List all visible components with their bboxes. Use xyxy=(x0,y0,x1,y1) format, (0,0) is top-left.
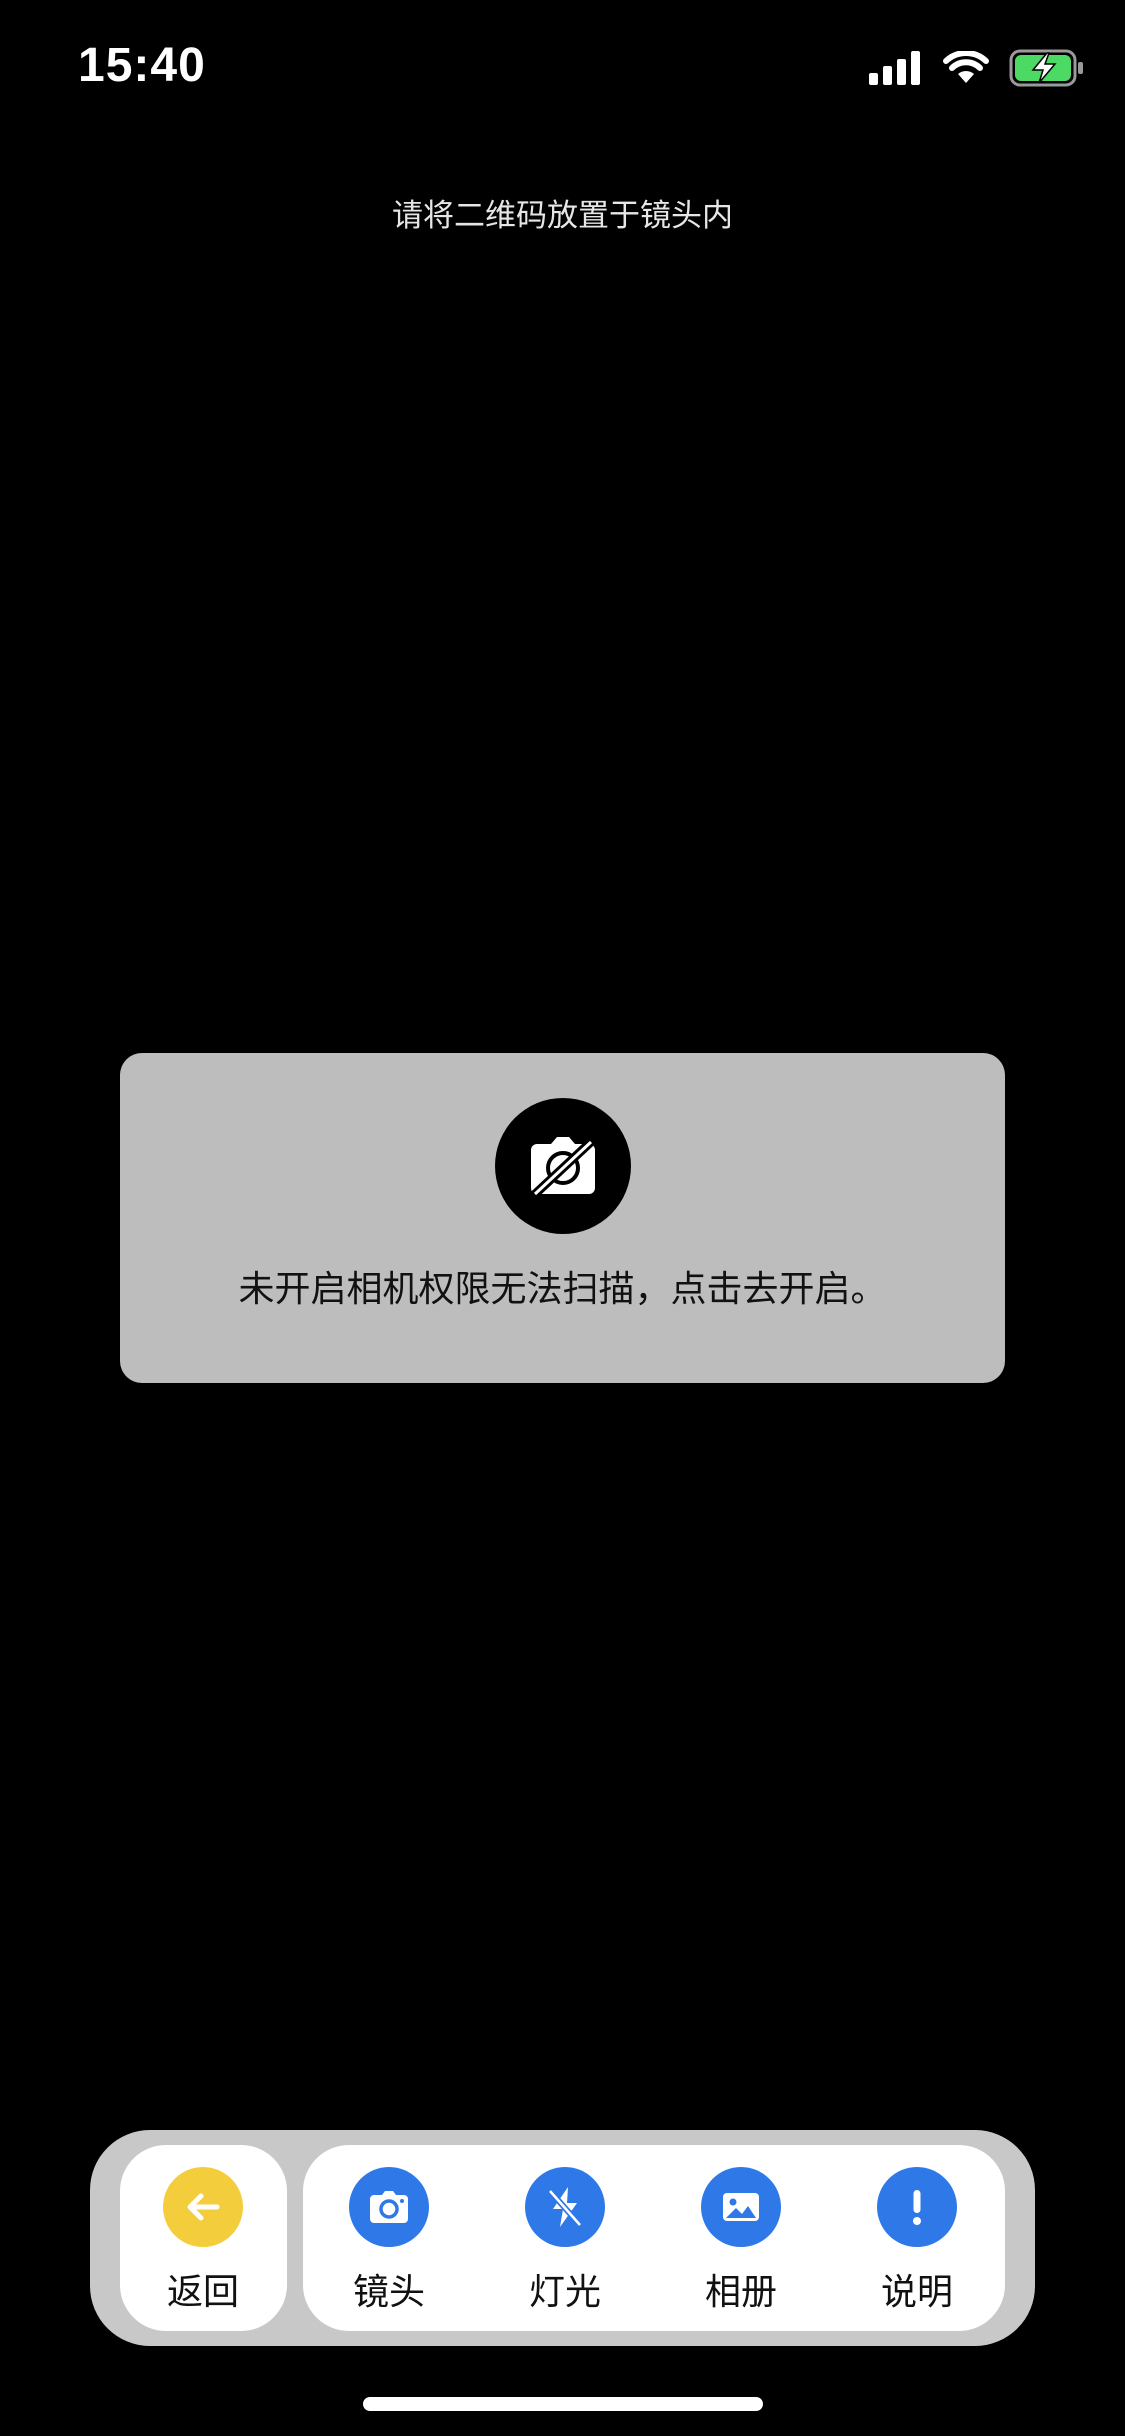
lens-label: 镜头 xyxy=(352,2272,425,2313)
help-label: 说明 xyxy=(880,2272,953,2313)
status-icons xyxy=(869,48,1085,88)
flash-label: 灯光 xyxy=(528,2272,601,2313)
flash-off-icon xyxy=(525,2167,605,2247)
status-time: 15:40 xyxy=(78,39,206,92)
back-button[interactable]: 返回 xyxy=(120,2145,287,2331)
camera-icon xyxy=(349,2167,429,2247)
battery-charging-icon xyxy=(1009,49,1083,87)
lens-button[interactable]: 镜头 xyxy=(309,2145,469,2331)
camera-off-icon xyxy=(495,1098,631,1234)
back-tool[interactable]: 返回 xyxy=(123,2145,283,2331)
album-label: 相册 xyxy=(704,2272,777,2313)
scan-hint: 请将二维码放置于镜头内 xyxy=(392,198,733,234)
permission-message: 未开启相机权限无法扫描，点击去开启。 xyxy=(238,1269,887,1310)
image-icon xyxy=(701,2167,781,2247)
status-bar: 15:40 xyxy=(0,0,1125,140)
bottom-toolbar: 返回 镜头 灯光 相册 说明 xyxy=(90,2130,1035,2346)
tools-group: 镜头 灯光 相册 说明 xyxy=(303,2145,1005,2331)
home-indicator[interactable] xyxy=(363,2397,763,2411)
exclamation-icon xyxy=(877,2167,957,2247)
signal-icon xyxy=(869,51,920,85)
arrow-left-icon xyxy=(163,2167,243,2247)
wifi-icon xyxy=(943,51,989,83)
album-button[interactable]: 相册 xyxy=(661,2145,821,2331)
flash-button[interactable]: 灯光 xyxy=(485,2145,645,2331)
back-label: 返回 xyxy=(166,2272,239,2313)
camera-permission-panel[interactable]: 未开启相机权限无法扫描，点击去开启。 xyxy=(120,1053,1005,1383)
help-button[interactable]: 说明 xyxy=(837,2145,997,2331)
